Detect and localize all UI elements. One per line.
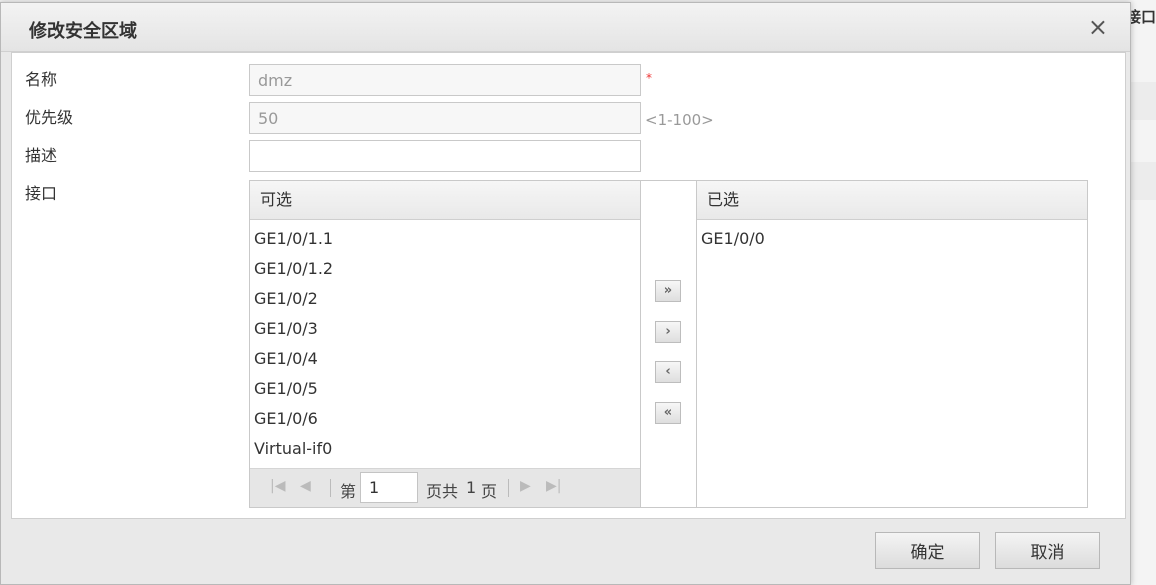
name-field[interactable] <box>249 64 641 96</box>
edit-zone-dialog: 修改安全区域 × 名称 * 优先级 <1-100> 描述 接口 可选 GE1/0… <box>0 2 1131 585</box>
priority-field[interactable] <box>249 102 641 134</box>
priority-range-hint: <1-100> <box>645 111 714 129</box>
selected-header: 已选 <box>697 181 1087 220</box>
list-item[interactable]: GE1/0/1.1 <box>250 224 640 254</box>
dialog-title: 修改安全区域 <box>29 21 137 42</box>
last-page-icon[interactable]: ▶| <box>546 478 561 494</box>
list-item[interactable]: GE1/0/1.2 <box>250 254 640 284</box>
available-list: GE1/0/1.1 GE1/0/1.2 GE1/0/2 GE1/0/3 GE1/… <box>250 224 640 464</box>
remove-all-button[interactable]: « <box>655 402 681 424</box>
close-icon[interactable]: × <box>1088 13 1108 41</box>
available-header: 可选 <box>250 181 640 220</box>
list-item[interactable]: GE1/0/3 <box>250 314 640 344</box>
list-item[interactable]: GE1/0/5 <box>250 374 640 404</box>
first-page-icon[interactable]: |◀ <box>270 478 285 494</box>
add-button[interactable]: › <box>655 321 681 343</box>
total-pages: 1 <box>466 478 477 497</box>
list-item[interactable]: GE1/0/4 <box>250 344 640 374</box>
page-prefix: 第 <box>340 482 357 501</box>
list-item[interactable]: Virtual-if0 <box>250 434 640 464</box>
pagination-bar: |◀ ◀ 第 页共 1 页 ▶ ▶| <box>250 468 640 507</box>
description-field[interactable] <box>249 140 641 172</box>
pager-divider <box>330 479 331 497</box>
list-item[interactable]: GE1/0/6 <box>250 404 640 434</box>
required-marker: * <box>646 71 652 85</box>
selected-list: GE1/0/0 <box>697 224 1087 254</box>
remove-button[interactable]: ‹ <box>655 361 681 383</box>
list-item[interactable]: GE1/0/0 <box>697 224 1087 254</box>
priority-label: 优先级 <box>25 108 74 127</box>
available-interfaces-panel: 可选 GE1/0/1.1 GE1/0/1.2 GE1/0/2 GE1/0/3 G… <box>249 180 641 508</box>
cancel-button[interactable]: 取消 <box>995 532 1100 569</box>
dialog-body: 名称 * 优先级 <1-100> 描述 接口 可选 GE1/0/1.1 GE1/… <box>11 52 1126 519</box>
page-of-text: 页共 <box>426 482 459 501</box>
selected-interfaces-panel: 已选 GE1/0/0 <box>696 180 1088 508</box>
dialog-titlebar[interactable]: 修改安全区域 × <box>1 3 1130 52</box>
move-buttons-column <box>641 180 697 508</box>
pager-divider <box>508 479 509 497</box>
prev-page-icon[interactable]: ◀ <box>300 478 311 494</box>
add-all-button[interactable]: » <box>655 280 681 302</box>
page-number-input[interactable] <box>360 472 418 503</box>
description-label: 描述 <box>25 146 58 165</box>
page-suffix: 页 <box>481 482 498 501</box>
interface-label: 接口 <box>25 184 58 203</box>
name-label: 名称 <box>25 70 58 89</box>
ok-button[interactable]: 确定 <box>875 532 980 569</box>
list-item[interactable]: GE1/0/2 <box>250 284 640 314</box>
next-page-icon[interactable]: ▶ <box>520 478 531 494</box>
